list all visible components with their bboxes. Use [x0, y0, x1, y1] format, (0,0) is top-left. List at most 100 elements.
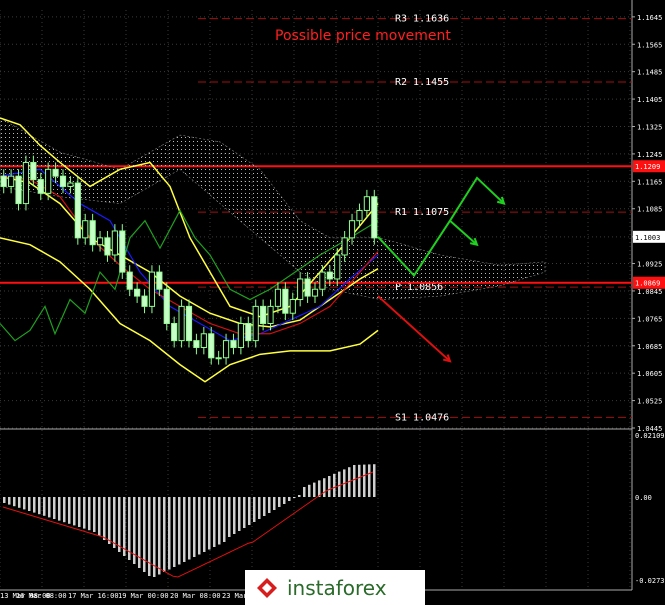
watermark: instaforex — [245, 570, 425, 605]
candle-body — [245, 323, 252, 342]
ichimoku-cloud — [0, 117, 546, 300]
candle-body — [96, 237, 104, 246]
histogram-bar — [298, 495, 301, 497]
histogram-bar — [23, 497, 26, 510]
histogram-bar — [123, 497, 126, 556]
histogram-bar — [263, 497, 266, 516]
histogram-bar — [103, 497, 106, 540]
x-tick-label: 23 Mar — [222, 592, 247, 600]
candle-body — [37, 179, 44, 194]
y-tick-label: 1.1325 — [637, 123, 662, 131]
histogram-bar — [363, 464, 366, 497]
candle-body — [341, 237, 348, 256]
y-tick-label: 1.1245 — [637, 151, 662, 159]
candle-body — [334, 254, 341, 280]
histogram-bar — [338, 471, 341, 497]
histogram-bar — [303, 487, 306, 497]
histogram-bar — [83, 497, 86, 529]
histogram-bar — [328, 476, 331, 497]
candle-body — [89, 220, 96, 246]
y-tick-label: 1.1085 — [637, 206, 662, 214]
candle-body — [193, 340, 200, 348]
y-tick-label: 1.1405 — [637, 96, 662, 104]
histogram-bar — [53, 497, 56, 519]
histogram-bar — [283, 497, 286, 504]
candle-body — [141, 295, 148, 307]
candle-body — [208, 333, 215, 359]
histogram-bar — [18, 497, 21, 508]
histogram-bar — [308, 484, 311, 497]
candle-body — [319, 271, 326, 290]
candle-body — [8, 175, 15, 187]
candle-body — [59, 175, 67, 187]
candle-body — [148, 271, 156, 307]
histogram-bar — [288, 497, 291, 501]
candle-body — [311, 288, 319, 297]
histogram-bar — [278, 497, 281, 507]
x-tick-label: 17 Mar 16:00 — [68, 592, 119, 600]
histogram-bar — [78, 497, 81, 527]
candle-body — [67, 182, 74, 187]
candle-body — [111, 230, 118, 256]
candle-body — [185, 305, 193, 342]
candle-body — [230, 340, 237, 348]
histogram-bar — [223, 497, 226, 542]
histogram-bar — [273, 497, 276, 510]
histogram-bar — [13, 497, 16, 507]
oscillator-tick-label: 0.02109 — [635, 432, 665, 440]
candle-body — [104, 237, 111, 256]
y-tick-label: 1.1165 — [637, 178, 662, 186]
candle-body — [304, 278, 311, 297]
histogram-bar — [233, 497, 236, 534]
candle-body — [297, 278, 304, 301]
histogram-bar — [38, 497, 41, 515]
histogram-bar — [228, 497, 231, 537]
histogram-bar — [358, 464, 361, 497]
histogram-bar — [238, 497, 241, 531]
histogram-bar — [108, 497, 111, 544]
candle-body — [274, 288, 282, 307]
histogram-bar — [158, 497, 161, 575]
histogram-bar — [148, 497, 151, 576]
histogram-bar — [113, 497, 116, 548]
candle-body — [22, 161, 30, 205]
candle-body — [252, 305, 259, 342]
instaforex-logo-icon — [257, 577, 277, 598]
y-tick-label: 1.0925 — [637, 261, 662, 269]
candle-body — [200, 333, 207, 348]
histogram-bar — [163, 497, 166, 572]
histogram-bar — [73, 497, 76, 526]
candle-body — [171, 323, 178, 342]
histogram-bar — [333, 473, 336, 497]
candle-body — [237, 323, 244, 348]
histogram-bar — [33, 497, 36, 513]
histogram-bar — [198, 497, 201, 555]
pivot-label-R2: R2 1.1455 — [395, 77, 449, 88]
histogram-bar — [353, 465, 356, 497]
candle-body — [215, 357, 222, 360]
candle-body — [82, 220, 89, 239]
histogram-bar — [208, 497, 211, 550]
histogram-bar — [293, 497, 296, 498]
chart-canvas: 1.1645 1.1565 1.1485 1.1405 1.1325 1.1245 1.11… — [0, 0, 665, 600]
candle-body — [52, 168, 59, 177]
candle-body — [363, 196, 370, 211]
candle-body — [134, 288, 141, 297]
histogram-bar — [373, 464, 376, 497]
histogram-bar — [243, 497, 246, 528]
candle-body — [0, 175, 7, 187]
histogram-bar — [88, 497, 91, 531]
candle-body — [222, 340, 230, 359]
candle-body — [74, 182, 81, 239]
histogram-bar — [268, 497, 271, 513]
x-tick-label: 16 Mar 08:00 — [16, 592, 67, 600]
y-tick-label: 1.1565 — [637, 41, 662, 49]
candle-body — [371, 196, 378, 239]
chart-window: 1.1645 1.1565 1.1485 1.1405 1.1325 1.1245 1.11… — [0, 0, 665, 605]
y-tick-label: 1.0525 — [637, 398, 662, 406]
oscillator-tick-label: 0.00 — [635, 494, 652, 502]
histogram-bar — [28, 497, 31, 511]
histogram-bar — [48, 497, 51, 518]
y-tick-label: 1.0685 — [637, 343, 662, 351]
x-tick-label: 19 Mar 00:00 — [118, 592, 169, 600]
